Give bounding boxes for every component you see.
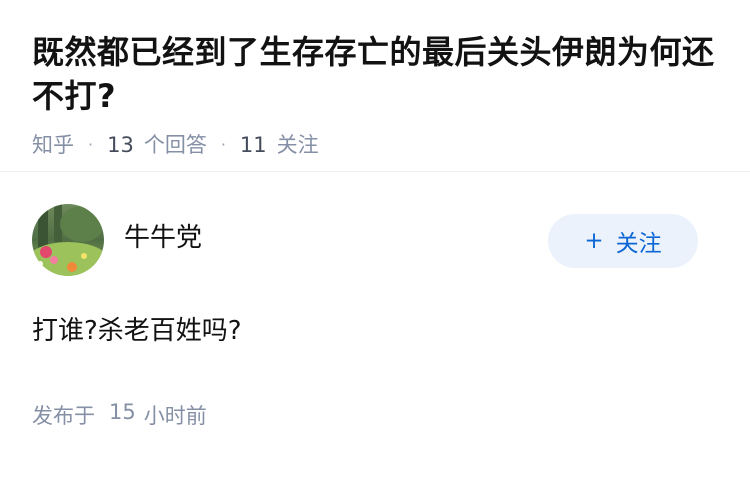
answer-count: 13 [107,133,134,157]
author-row: 牛牛党 + 关注 [32,204,718,276]
question-title[interactable]: 既然都已经到了生存存亡的最后关头伊朗为何还不打? [32,30,718,118]
author-name[interactable]: 牛牛党 [124,217,202,254]
published-time: 发布于 15 小时前 [32,400,718,430]
answer-count-label[interactable]: 个回答 [144,131,207,159]
follow-count-label: 关注 [276,133,319,157]
answer-item: 牛牛党 + 关注 打谁?杀老百姓吗? 发布于 15 小时前 [0,172,750,430]
question-meta: 知乎 · 13 个回答 · 11 关注 [32,131,718,159]
source-label[interactable]: 知乎 [32,131,74,159]
avatar-image [32,204,104,276]
published-num: 15 [109,400,136,424]
follow-button-label: 关注 [615,231,662,257]
zhihu-answer-card: 既然都已经到了生存存亡的最后关头伊朗为何还不打? 知乎 · 13 个回答 · 1… [0,0,750,484]
plus-icon: + [584,228,604,254]
follow-button[interactable]: + 关注 [548,214,698,268]
question-header: 既然都已经到了生存存亡的最后关头伊朗为何还不打? 知乎 · 13 个回答 · 1… [0,0,750,171]
published-unit: 小时前 [143,404,207,428]
follow-count: 11 [239,133,267,157]
published-label: 发布于 [32,404,95,428]
answer-content[interactable]: 打谁?杀老百姓吗? [32,314,718,348]
separator-dot: · [220,135,226,154]
avatar[interactable] [32,204,104,276]
separator-dot: · [88,135,94,154]
